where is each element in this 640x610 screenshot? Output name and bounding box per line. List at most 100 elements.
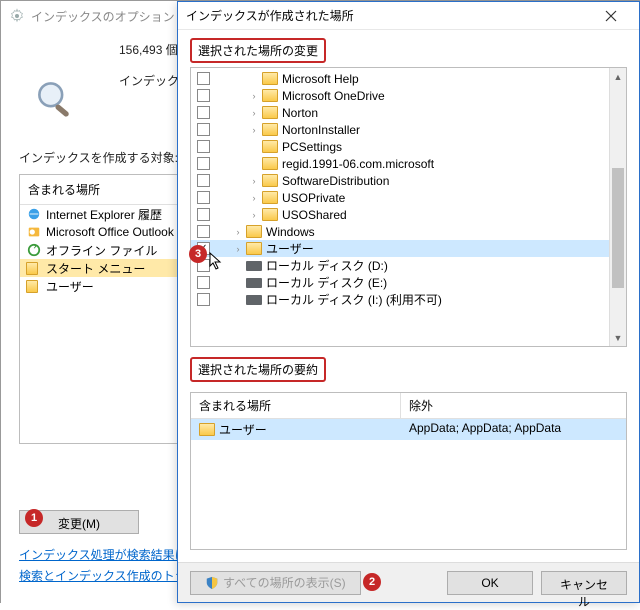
drive-icon [246,278,262,288]
tree-scrollbar[interactable]: ▲ ▼ [609,68,626,346]
col-excluded: 除外 [401,393,626,418]
folder-icon [262,89,278,102]
tree-checkbox[interactable] [197,157,210,170]
item-label: Microsoft Office Outlook [46,225,174,239]
tree-label: Microsoft OneDrive [282,89,385,103]
gear-icon [9,8,25,24]
tree-checkbox[interactable] [197,123,210,136]
tree-row[interactable]: › Norton [191,104,609,121]
folder-icon [262,140,278,153]
tree-expander[interactable]: › [248,91,260,101]
scroll-up-button[interactable]: ▲ [610,68,626,85]
back-title: インデックスのオプション [31,8,175,25]
ok-button[interactable]: OK [447,571,533,595]
ie-icon [26,206,42,222]
folder-icon [262,191,278,204]
folder-icon [199,423,215,436]
drive-icon [246,261,262,271]
tree-checkbox[interactable] [197,89,210,102]
summary-row[interactable]: ユーザー AppData; AppData; AppData [191,419,626,440]
tree-checkbox[interactable] [197,174,210,187]
folder-icon [26,260,42,276]
tree-checkbox[interactable] [197,225,210,238]
folder-icon [26,278,42,294]
summary-loc: ユーザー [219,421,267,438]
tree-label: SoftwareDistribution [282,174,389,188]
folder-icon [262,123,278,136]
tree-label: PCSettings [282,140,342,154]
tree-expander[interactable]: › [248,193,260,203]
outlook-icon [26,224,42,240]
folder-icon [262,157,278,170]
close-button[interactable] [591,3,631,29]
tree-expander[interactable]: › [232,227,244,237]
folder-icon [262,106,278,119]
tree-expander[interactable]: › [248,108,260,118]
dialog-title: インデックスが作成された場所 [186,7,591,24]
folder-icon [246,225,262,238]
folder-icon [262,208,278,221]
tree-checkbox[interactable] [197,208,210,221]
tree-row[interactable]: › USOShared [191,206,609,223]
shield-icon [205,576,219,590]
tree-label: ローカル ディスク (D:) [266,257,388,274]
summary-label: 選択された場所の要約 [190,357,326,382]
tree-label: Norton [282,106,318,120]
tree-checkbox[interactable] [197,72,210,85]
tree-label: NortonInstaller [282,123,360,137]
tree-expander[interactable]: › [248,125,260,135]
tree-label: Microsoft Help [282,72,359,86]
tree-row[interactable]: ローカル ディスク (I:) (利用不可) [191,291,609,308]
tree-checkbox[interactable] [197,276,210,289]
tree-row[interactable]: regid.1991-06.com.microsoft [191,155,609,172]
scroll-thumb[interactable] [612,168,624,288]
indexed-locations-dialog: インデックスが作成された場所 選択された場所の変更 Microsoft Help… [177,1,640,603]
item-label: スタート メニュー [46,260,145,277]
tree-checkbox[interactable] [197,191,210,204]
tree-label: USOShared [282,208,347,222]
tree-expander[interactable]: › [248,210,260,220]
tree-label: ユーザー [266,240,314,257]
tree-expander[interactable]: › [248,176,260,186]
tree-row[interactable]: › USOPrivate [191,189,609,206]
tree-label: USOPrivate [282,191,345,205]
summary-list: 含まれる場所 除外 ユーザー AppData; AppData; AppData [190,392,627,550]
tree-row[interactable]: PCSettings [191,138,609,155]
callout-3: 3 [189,245,207,263]
tree-expander[interactable]: › [232,244,244,254]
summary-header: 含まれる場所 除外 [191,393,626,419]
locations-tree: Microsoft Help › Microsoft OneDrive › Norton… [190,67,627,347]
summary-excl: AppData; AppData; AppData [401,419,569,440]
tree-row[interactable]: › Windows [191,223,609,240]
tree-row[interactable]: › Microsoft OneDrive [191,87,609,104]
scroll-down-button[interactable]: ▼ [610,329,626,346]
item-label: ユーザー [46,278,94,295]
tree-row[interactable]: ローカル ディスク (E:) [191,274,609,291]
item-label: Internet Explorer 履歴 [46,206,162,223]
sync-icon [26,242,42,258]
tree-checkbox[interactable] [197,293,210,306]
tree-checkbox[interactable] [197,106,210,119]
tree-row[interactable]: ローカル ディスク (D:) [191,257,609,274]
dialog-titlebar: インデックスが作成された場所 [178,2,639,30]
callout-1: 1 [25,509,43,527]
folder-icon [262,174,278,187]
folder-icon [262,72,278,85]
tree-checkbox[interactable] [197,140,210,153]
tree-row[interactable]: Microsoft Help [191,70,609,87]
item-label: オフライン ファイル [46,242,157,259]
tree-row[interactable]: › SoftwareDistribution [191,172,609,189]
cancel-button[interactable]: キャンセル [541,571,627,595]
callout-2: 2 [363,573,381,591]
tree-label: ローカル ディスク (E:) [266,274,387,291]
tree-label: Windows [266,225,315,239]
tree-row[interactable]: › NortonInstaller [191,121,609,138]
col-included: 含まれる場所 [191,393,401,418]
magnifier-icon [35,79,77,121]
tree-label: regid.1991-06.com.microsoft [282,157,434,171]
folder-icon [246,242,262,255]
drive-icon [246,295,262,305]
change-locations-label: 選択された場所の変更 [190,38,326,63]
tree-row[interactable]: ✓›ユーザー [191,240,609,257]
show-all-locations-button[interactable]: すべての場所の表示(S) [190,571,361,595]
